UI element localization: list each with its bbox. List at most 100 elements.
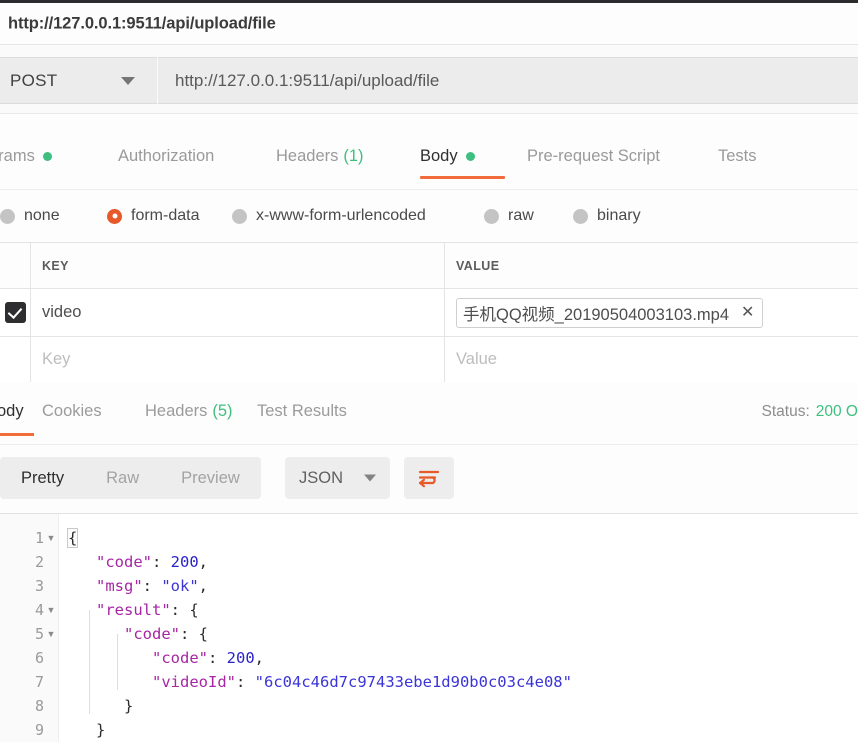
body-type-binary[interactable]: binary [573, 190, 641, 242]
json-punctuation: , [198, 577, 209, 595]
response-tab-label: Cookies [42, 402, 102, 420]
json-punctuation: : { [170, 601, 199, 619]
json-key: "msg" [96, 577, 143, 595]
view-mode-raw[interactable]: Raw [85, 457, 160, 499]
table-header-row: KEY VALUE [0, 243, 858, 289]
response-tab-body[interactable]: Body [0, 382, 34, 445]
body-type-none[interactable]: none [0, 190, 60, 242]
tab-count: (1) [343, 146, 364, 165]
close-icon[interactable]: ✕ [741, 304, 754, 321]
radio-icon[interactable] [232, 208, 247, 224]
tab-tests[interactable]: Tests [718, 114, 773, 190]
body-type-form-data[interactable]: form-data [107, 190, 199, 242]
response-format-toolbar: Pretty Raw Preview JSON [0, 445, 858, 513]
tab-headers[interactable]: Headers (1) [276, 114, 398, 190]
code-line[interactable]: 4 ▼ "result": { [0, 598, 858, 622]
row-key-cell[interactable]: video [31, 289, 445, 336]
radio-icon[interactable] [0, 208, 15, 224]
empty-row-checkbox-cell[interactable] [0, 337, 31, 382]
response-tab-headers[interactable]: Headers (5) [145, 382, 245, 445]
code-content: "code": { [124, 625, 208, 643]
postman-window: http://127.0.0.1:9511/api/upload/file PO… [0, 0, 858, 742]
code-content: "code": 200, [152, 649, 264, 667]
table-row: video 手机QQ视频_20190504003103.mp4 ✕ [0, 289, 858, 337]
language-label: JSON [299, 468, 344, 487]
radio-icon[interactable] [484, 208, 499, 224]
fold-arrow-icon[interactable]: ▼ [44, 605, 58, 615]
row-checkbox[interactable] [4, 302, 26, 323]
line-number: 6 [34, 649, 44, 667]
chevron-down-icon [364, 474, 376, 482]
fold-arrow-icon[interactable]: ▼ [44, 533, 58, 543]
request-tab-bar: Params Authorization Headers(1) Body Pre-req… [0, 114, 858, 190]
request-title-bar: http://127.0.0.1:9511/api/upload/file [0, 3, 858, 45]
body-type-label: x-www-form-urlencoded [256, 207, 426, 224]
json-number: 200 [170, 553, 199, 571]
status-badge: Status: 200 O [698, 382, 858, 445]
view-mode-preview[interactable]: Preview [160, 457, 261, 499]
json-punctuation: : [152, 553, 171, 571]
column-header-key: KEY [42, 258, 69, 273]
line-number: 8 [34, 697, 44, 715]
tab-label: Tests [718, 146, 757, 165]
radio-icon[interactable] [107, 208, 122, 224]
code-content: "msg": "ok", [96, 577, 208, 595]
response-tab-test-results[interactable]: Test Results [257, 382, 373, 445]
tab-params[interactable]: Params [0, 114, 75, 190]
code-content: "result": { [96, 601, 199, 619]
method-selector[interactable]: POST [0, 57, 157, 104]
code-content: { [66, 528, 79, 548]
empty-row-value-cell[interactable]: Value [445, 337, 858, 382]
code-line[interactable]: 3 "msg": "ok", [0, 574, 858, 598]
code-line[interactable]: 5 ▼ "code": { [0, 622, 858, 646]
wrap-lines-icon [418, 470, 440, 488]
tab-body[interactable]: Body [420, 114, 505, 190]
code-line[interactable]: 2 "code": 200, [0, 550, 858, 574]
column-header-value: VALUE [456, 258, 500, 273]
json-key: "code" [96, 553, 152, 571]
line-number: 5 [34, 625, 44, 643]
code-line[interactable]: 8} [0, 694, 858, 718]
json-punctuation: : [142, 577, 162, 595]
json-key: "result" [96, 601, 171, 619]
wrap-lines-button[interactable] [404, 457, 454, 499]
radio-icon[interactable] [573, 208, 588, 224]
body-type-label: form-data [131, 207, 200, 224]
code-line[interactable]: 6 "code": 200, [0, 646, 858, 670]
code-line[interactable]: 7 "videoId": "6c04c46d7c97433ebe1d90b0c03… [0, 670, 858, 694]
row-value-cell[interactable]: 手机QQ视频_20190504003103.mp4 ✕ [445, 289, 858, 336]
json-brace-matched: { [66, 528, 79, 548]
fold-arrow-icon[interactable]: ▼ [44, 629, 58, 639]
tab-label: Pre-request Script [527, 146, 660, 165]
response-body-editor[interactable]: 1 ▼{2 "code": 200, 3 "msg": "ok", 4 ▼ "result":… [0, 513, 858, 742]
tab-authorization[interactable]: Authorization [118, 114, 258, 190]
code-content: "videoId": "6c04c46d7c97433ebe1d90b0c03c… [152, 673, 572, 691]
body-type-label: binary [597, 207, 641, 224]
code-line[interactable]: 1 ▼ { [0, 526, 858, 550]
code-content: } [124, 697, 133, 715]
body-type-raw[interactable]: raw [484, 190, 534, 242]
tab-pre-request-script[interactable]: Pre-request Script [527, 114, 681, 190]
file-chip[interactable]: 手机QQ视频_20190504003103.mp4 ✕ [456, 297, 764, 328]
header-key-cell: KEY [31, 243, 445, 288]
json-key: "code" [124, 625, 180, 643]
json-punctuation: : [236, 673, 255, 691]
code-line[interactable]: 9} [0, 718, 858, 742]
table-row-empty: Key Value [0, 337, 858, 383]
url-input[interactable]: http://127.0.0.1:9511/api/upload/file [158, 57, 858, 104]
status-label: Status: [761, 402, 810, 420]
language-selector[interactable]: JSON [285, 457, 390, 499]
tab-modified-dot-icon [465, 151, 475, 161]
response-tab-cookies[interactable]: Cookies [42, 382, 130, 445]
json-punctuation: , [198, 553, 209, 571]
value-input-placeholder: Value [456, 350, 497, 368]
json-string: "ok" [161, 577, 199, 595]
response-tab-label: Body [0, 402, 24, 420]
body-type-label: raw [508, 207, 534, 224]
empty-row-key-cell[interactable]: Key [31, 337, 445, 382]
json-punctuation: } [96, 721, 106, 739]
view-mode-segmented-control: Pretty Raw Preview [0, 457, 261, 499]
body-type-x-www-form-urlencoded[interactable]: x-www-form-urlencoded [232, 190, 426, 242]
row-checkbox-cell[interactable] [0, 289, 31, 336]
view-mode-pretty[interactable]: Pretty [0, 457, 85, 499]
